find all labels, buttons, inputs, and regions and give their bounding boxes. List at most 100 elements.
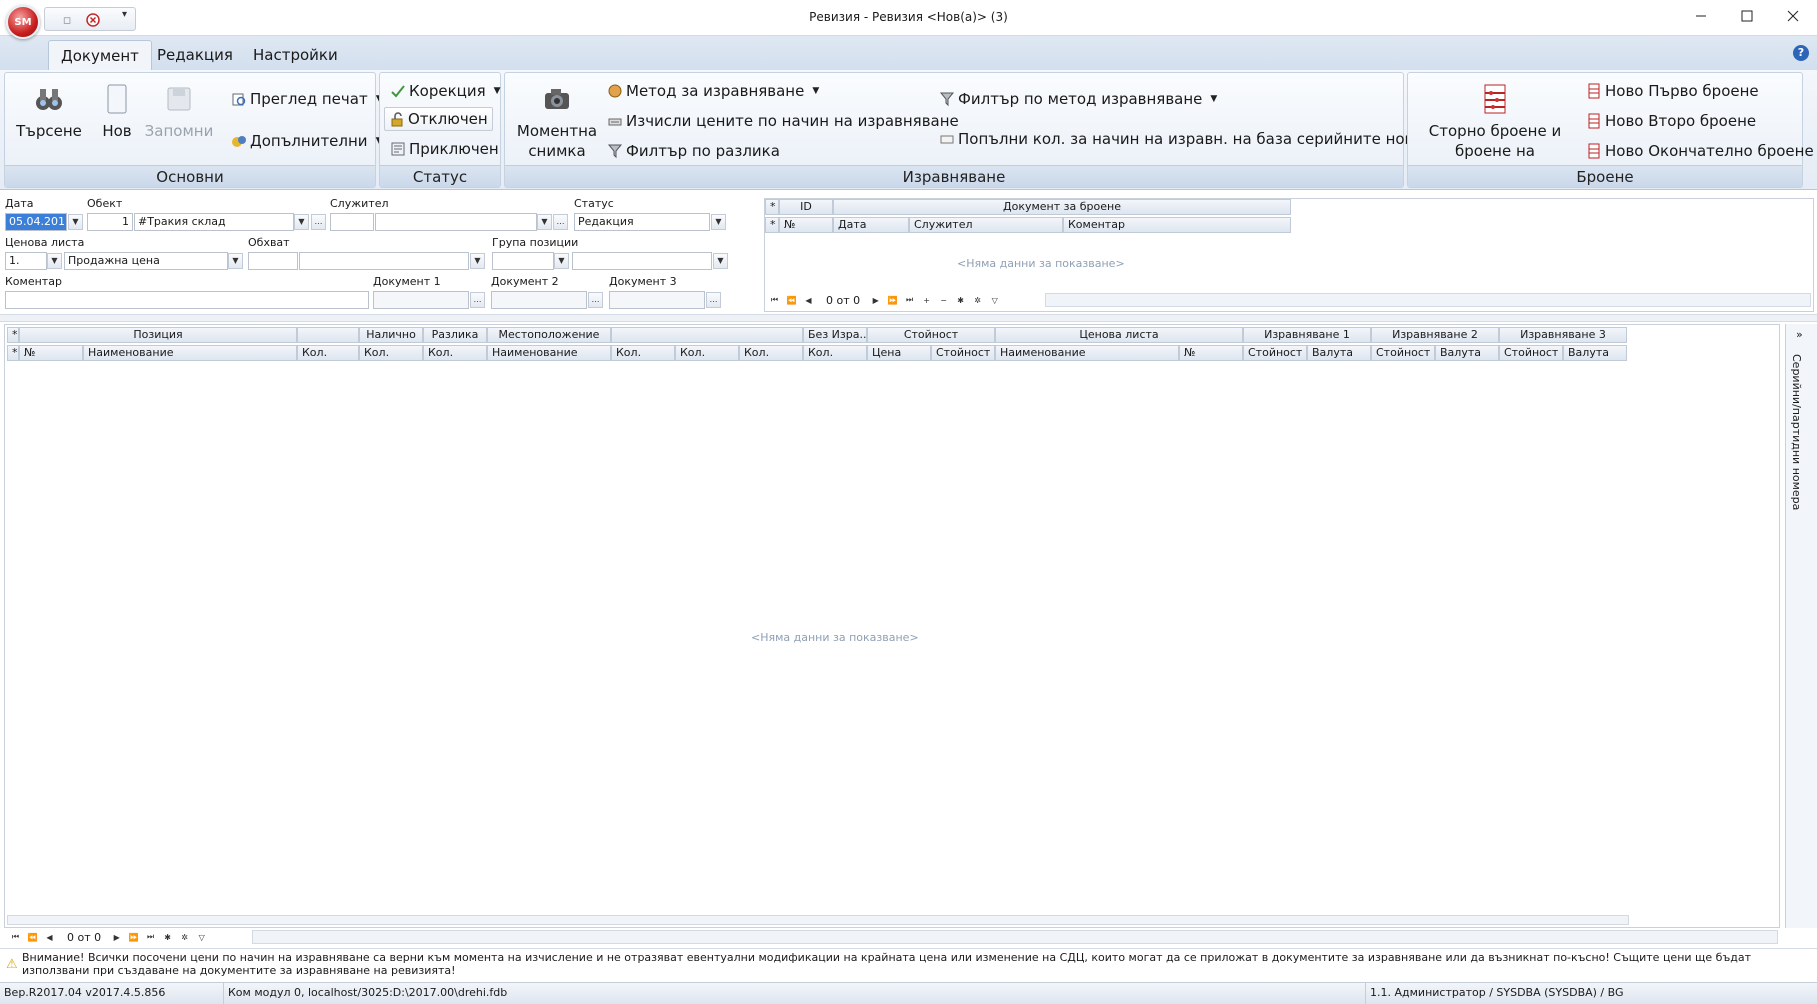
filter-diff-button[interactable]: Филтър по разлика: [603, 139, 784, 163]
nav-first-icon[interactable]: ⏮: [8, 930, 23, 945]
object-num-input[interactable]: 1: [87, 213, 133, 231]
nav-next-page-icon[interactable]: ⏩: [126, 930, 141, 945]
nav-first-icon[interactable]: ⏮: [767, 293, 782, 308]
nav-filter-icon[interactable]: ▽: [194, 930, 209, 945]
col-location-name[interactable]: Наименование: [487, 345, 611, 361]
col-qty-b[interactable]: Кол.: [675, 345, 739, 361]
bottom-hscroll[interactable]: [252, 930, 1778, 944]
doc1-input[interactable]: [373, 291, 469, 309]
col-eq3-currency[interactable]: Валута: [1563, 345, 1627, 361]
col-pricelist-number[interactable]: №: [1179, 345, 1243, 361]
expand-icon[interactable]: »: [1796, 328, 1803, 341]
col-no-eq-qty[interactable]: Кол.: [803, 345, 867, 361]
doc2-browse-button[interactable]: …: [588, 292, 603, 308]
method-button[interactable]: Метод за изравняване ▼: [603, 79, 823, 103]
priklyuchen-button[interactable]: Приключен: [386, 137, 503, 161]
scope-code-input[interactable]: [248, 252, 298, 270]
nav-delete-icon[interactable]: −: [936, 293, 951, 308]
col-difference-qty[interactable]: Кол.: [423, 345, 487, 361]
group-code-input[interactable]: [492, 252, 554, 270]
nav-next-icon[interactable]: ▶: [109, 930, 124, 945]
nav-edit-icon[interactable]: ✱: [160, 930, 175, 945]
minimize-button[interactable]: [1678, 0, 1724, 32]
pricelist-dropdown[interactable]: ▼: [228, 253, 243, 269]
col-date[interactable]: Дата: [833, 217, 909, 233]
filter-method-button[interactable]: Филтър по метод изравняване ▼: [935, 87, 1221, 111]
col-qty-a[interactable]: Кол.: [611, 345, 675, 361]
help-icon[interactable]: ?: [1793, 45, 1809, 61]
korekcia-button[interactable]: Корекция ▼: [386, 79, 505, 103]
col-number[interactable]: №: [19, 345, 83, 361]
nav-edit-icon[interactable]: ✱: [953, 293, 968, 308]
col-available-qty[interactable]: Кол.: [359, 345, 423, 361]
otklyuchen-button[interactable]: Отключен: [384, 107, 493, 131]
col-pricelist-name[interactable]: Наименование: [995, 345, 1179, 361]
nav-last-icon[interactable]: ⏭: [143, 930, 158, 945]
object-input[interactable]: #Тракия склад: [134, 213, 294, 231]
new-final-count-button[interactable]: Ново Окончателно броене: [1582, 139, 1817, 163]
col-number[interactable]: №: [779, 217, 833, 233]
app-menu-button[interactable]: SM: [6, 5, 40, 39]
search-button[interactable]: Търсене: [13, 81, 85, 141]
nav-prev-icon[interactable]: ◀: [42, 930, 57, 945]
pricelist-input[interactable]: Продажна цена: [64, 252, 228, 270]
band-selector-icon[interactable]: *: [765, 199, 779, 215]
employee-browse-button[interactable]: …: [553, 214, 568, 230]
group-dropdown[interactable]: ▼: [713, 253, 728, 269]
doc3-browse-button[interactable]: …: [706, 292, 721, 308]
status-dropdown[interactable]: ▼: [711, 214, 726, 230]
col-qty[interactable]: Кол.: [297, 345, 359, 361]
object-browse-button[interactable]: …: [311, 214, 326, 230]
fill-qty-button[interactable]: Попълни кол. за начин на изравн. на база…: [935, 127, 1448, 151]
additional-button[interactable]: Допълнителни ▼: [227, 129, 386, 153]
row-selector-icon[interactable]: *: [765, 217, 779, 233]
doc3-input[interactable]: [609, 291, 705, 309]
date-dropdown[interactable]: ▼: [68, 214, 83, 230]
date-input[interactable]: 05.04.2017: [5, 213, 67, 231]
new-second-count-button[interactable]: Ново Второ броене: [1582, 109, 1760, 133]
col-eq1-currency[interactable]: Валута: [1307, 345, 1371, 361]
scope-input[interactable]: [299, 252, 469, 270]
print-preview-button[interactable]: Преглед печат ▼: [227, 87, 387, 111]
col-comment[interactable]: Коментар: [1063, 217, 1291, 233]
doc1-browse-button[interactable]: …: [470, 292, 485, 308]
col-value[interactable]: Стойност: [931, 345, 995, 361]
col-eq3-value[interactable]: Стойност: [1499, 345, 1563, 361]
col-eq2-value[interactable]: Стойност: [1371, 345, 1435, 361]
new-first-count-button[interactable]: Ново Първо броене: [1582, 79, 1763, 103]
col-eq1-value[interactable]: Стойност: [1243, 345, 1307, 361]
pricelist-num-dropdown[interactable]: ▼: [47, 253, 62, 269]
nav-prev-icon[interactable]: ◀: [801, 293, 816, 308]
employee-input[interactable]: [375, 213, 537, 231]
nav-prev-page-icon[interactable]: ⏪: [25, 930, 40, 945]
tab-edit[interactable]: Редакция: [145, 40, 245, 70]
nav-next-icon[interactable]: ▶: [868, 293, 883, 308]
col-name[interactable]: Наименование: [83, 345, 297, 361]
positions-grid-hscroll[interactable]: [7, 915, 1629, 925]
tab-settings[interactable]: Настройки: [241, 40, 350, 70]
close-button[interactable]: [1770, 0, 1816, 32]
col-employee[interactable]: Служител: [909, 217, 1063, 233]
pricelist-num-input[interactable]: 1.: [5, 252, 47, 270]
comment-input[interactable]: [5, 291, 369, 309]
nav-next-page-icon[interactable]: ⏩: [885, 293, 900, 308]
employee-code-input[interactable]: [330, 213, 374, 231]
col-price[interactable]: Цена: [867, 345, 931, 361]
snapshot-button[interactable]: Моментна снимка: [511, 81, 603, 161]
row-selector-icon[interactable]: *: [7, 345, 19, 361]
splitter[interactable]: [0, 314, 1817, 322]
group-input[interactable]: [572, 252, 712, 270]
nav-filter-icon[interactable]: ▽: [987, 293, 1002, 308]
nav-refresh-icon[interactable]: ✲: [177, 930, 192, 945]
save-button[interactable]: Запомни: [143, 81, 215, 141]
tab-document[interactable]: Документ: [48, 40, 152, 70]
col-eq2-currency[interactable]: Валута: [1435, 345, 1499, 361]
employee-dropdown[interactable]: ▼: [537, 214, 552, 230]
calc-prices-button[interactable]: Изчисли цените по начин на изравняване: [603, 109, 963, 133]
object-dropdown[interactable]: ▼: [294, 214, 309, 230]
status-select[interactable]: Редакция: [574, 213, 710, 231]
new-button[interactable]: Нов: [93, 81, 141, 141]
serial-numbers-side-tab[interactable]: » Серийни/партидни номера: [1785, 324, 1817, 928]
maximize-button[interactable]: [1724, 0, 1770, 32]
group-code-dropdown[interactable]: ▼: [554, 253, 569, 269]
